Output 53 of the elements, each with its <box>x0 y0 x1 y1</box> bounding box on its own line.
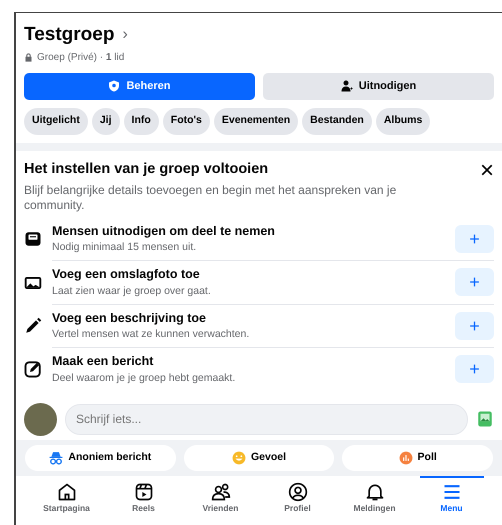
nav-tab[interactable]: Vrienden <box>188 476 252 514</box>
nav-tab[interactable]: Reels <box>112 476 176 514</box>
tab-chip[interactable]: Jij <box>92 108 120 134</box>
add-button[interactable]: + <box>455 312 494 340</box>
smiley-icon <box>232 450 246 465</box>
profile-icon <box>288 482 308 502</box>
invite-button[interactable]: Uitnodigen <box>263 72 494 100</box>
video-icon <box>134 482 154 502</box>
nav-tab[interactable]: Profiel <box>266 476 330 514</box>
lock-icon <box>24 52 33 62</box>
post-option-button[interactable]: Poll <box>342 444 494 471</box>
people-icon <box>210 482 230 502</box>
task-title: Maak een bericht <box>52 353 154 370</box>
tab-chip[interactable]: Bestanden <box>302 108 372 134</box>
tab-chip[interactable]: Foto's <box>162 108 210 134</box>
close-button[interactable]: × <box>480 158 494 182</box>
nav-tab[interactable]: Meldingen <box>342 476 406 514</box>
task-title: Voeg een beschrijving toe <box>52 310 207 327</box>
inbox-icon <box>24 230 42 248</box>
tab-chip[interactable]: Evenementen <box>214 108 298 134</box>
bell-icon <box>364 482 384 502</box>
pencil-icon <box>24 317 42 336</box>
manage-button[interactable]: Beheren <box>24 72 255 100</box>
person-add-icon <box>340 80 353 92</box>
post-option-button[interactable]: Anoniem bericht <box>25 444 176 471</box>
group-privacy: Groep (Privé) · 1 lid <box>37 50 124 64</box>
group-name[interactable]: Testgroep <box>24 21 114 50</box>
add-button[interactable]: + <box>455 268 494 296</box>
post-input-field[interactable]: Schrijf iets... <box>65 404 468 435</box>
tab-chip[interactable]: Albums <box>376 108 430 134</box>
add-button[interactable]: + <box>455 224 494 253</box>
task-description: Vertel mensen wat ze kunnen verwachten. <box>52 327 250 342</box>
task-description: Deel waarom je je groep hebt gemaakt. <box>52 370 236 386</box>
avatar <box>24 402 57 436</box>
home-icon <box>56 482 76 502</box>
photo-icon <box>476 410 494 428</box>
chevron-icon[interactable]: › <box>122 23 128 48</box>
tab-chip[interactable]: Info <box>124 108 159 134</box>
tab-chip[interactable]: Uitgelicht <box>24 108 88 134</box>
task-description: Laat zien waar je groep over gaat. <box>52 284 212 299</box>
add-button[interactable]: + <box>455 355 494 384</box>
setup-description: Blijf belangrijke details toevoegen en begin met het aanspreken van je community. <box>24 182 398 214</box>
nav-tab[interactable]: Menu <box>420 476 484 514</box>
poll-icon <box>398 450 413 465</box>
shield-icon <box>108 80 120 92</box>
compose-icon <box>24 360 42 378</box>
task-title: Mensen uitnodigen om deel te nemen <box>52 222 276 240</box>
task-description: Nodig minimaal 15 mensen uit. <box>52 240 198 256</box>
setup-title: Het instellen van je groep voltooien <box>24 160 268 178</box>
nav-tab[interactable]: Startpagina <box>34 476 98 514</box>
incognito-icon <box>49 450 64 465</box>
task-title: Voeg een omslagfoto toe <box>52 266 201 284</box>
post-option-button[interactable]: Gevoel <box>184 444 334 471</box>
